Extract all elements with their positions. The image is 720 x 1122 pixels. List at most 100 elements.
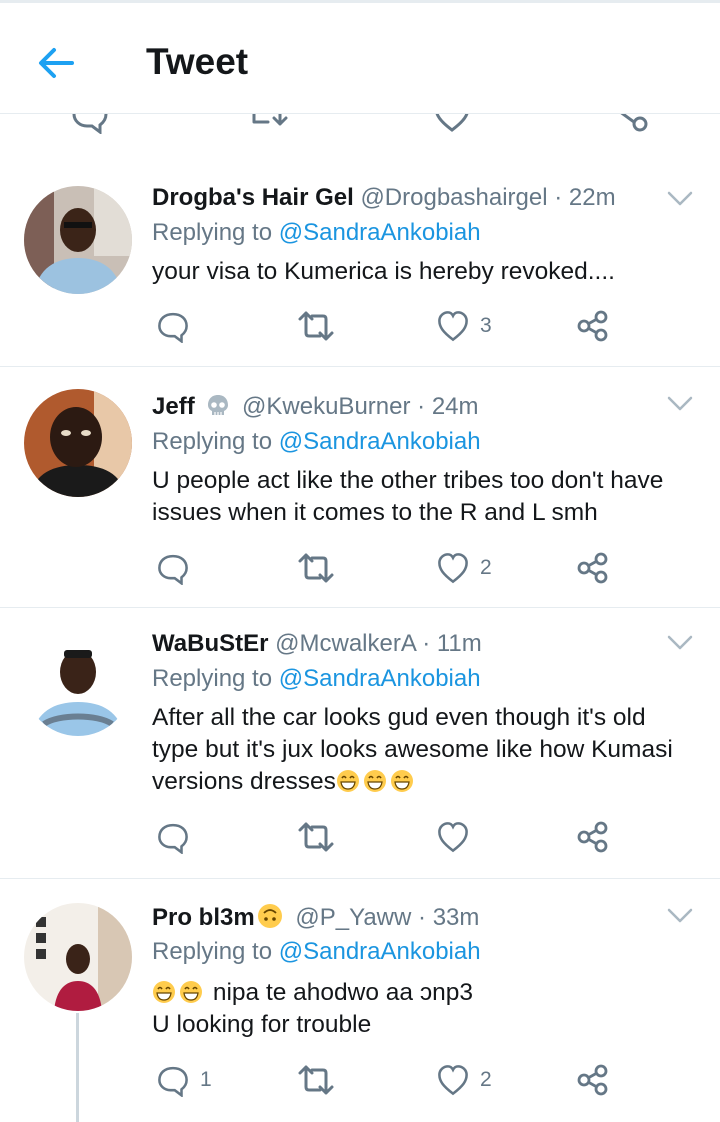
grinning-emoji bbox=[390, 770, 413, 792]
reply-button[interactable] bbox=[156, 548, 200, 588]
like-button[interactable] bbox=[436, 817, 480, 857]
share-button[interactable] bbox=[576, 817, 610, 857]
replying-to: Replying to @SandraAnkobiah bbox=[152, 219, 481, 247]
grinning-emoji bbox=[336, 770, 359, 792]
like-button[interactable]: 2 bbox=[436, 548, 492, 588]
author-handle: @Drogbashairgel bbox=[360, 184, 548, 211]
tweet-text: U people act like the other tribes too d… bbox=[152, 465, 700, 529]
reply-icon bbox=[158, 312, 188, 343]
skull-emoji bbox=[208, 395, 229, 415]
tweet-text: After all the car looks gud even though … bbox=[152, 702, 700, 798]
separator-dot: · bbox=[422, 630, 431, 657]
like-count: 2 bbox=[480, 556, 492, 579]
replying-label: Replying to bbox=[152, 219, 273, 246]
tweet-text-line: After all the car looks gud even though … bbox=[152, 704, 646, 731]
like-icon[interactable] bbox=[432, 113, 472, 134]
retweet-button[interactable] bbox=[296, 1060, 346, 1100]
retweet-icon bbox=[298, 311, 334, 341]
reply-icon[interactable] bbox=[70, 113, 110, 134]
share-icon bbox=[577, 552, 608, 584]
tweet-text: nipa te ahodwo aa ɔnp3 U looking for tro… bbox=[152, 977, 700, 1041]
retweet-button[interactable] bbox=[296, 306, 346, 346]
reply-icon bbox=[158, 554, 188, 585]
reply-button[interactable] bbox=[156, 306, 200, 346]
avatar[interactable] bbox=[24, 186, 132, 294]
tweet-reply[interactable]: WaBuStEr @McwalkerA · 11m Replying to @S… bbox=[0, 608, 720, 879]
tweet-text-line: U looking for trouble bbox=[152, 1011, 372, 1038]
replying-label: Replying to bbox=[152, 428, 273, 455]
author-name[interactable]: Pro bl3m bbox=[152, 904, 255, 931]
retweet-icon bbox=[298, 553, 334, 583]
reply-button[interactable]: 1 bbox=[156, 1060, 212, 1100]
tweet-text-line: issues when it comes to the R and L smh bbox=[152, 499, 598, 526]
reply-count: 1 bbox=[200, 1068, 212, 1091]
replying-label: Replying to bbox=[152, 938, 273, 965]
replying-handle[interactable]: @SandraAnkobiah bbox=[279, 219, 481, 246]
tweet-meta: Drogba's Hair Gel @Drogbashairgel · 22m bbox=[152, 184, 616, 212]
author-handle: @McwalkerA bbox=[275, 630, 416, 657]
reply-button[interactable] bbox=[156, 817, 200, 857]
tweet-meta: Pro bl3m @P_Yaww · 33m bbox=[152, 903, 479, 932]
replying-handle[interactable]: @SandraAnkobiah bbox=[279, 938, 481, 965]
tweet-meta: Jeff @KwekuBurner · 24m bbox=[152, 393, 479, 421]
tweet-time: 33m bbox=[432, 904, 480, 931]
main-tweet-actions bbox=[0, 113, 720, 165]
reply-icon bbox=[158, 823, 188, 854]
chevron-down-icon[interactable] bbox=[666, 395, 694, 413]
download-icon[interactable] bbox=[250, 113, 294, 132]
chevron-down-icon[interactable] bbox=[666, 634, 694, 652]
tweet-text-line: your visa to Kumerica is hereby revoked.… bbox=[152, 258, 615, 285]
author-name[interactable]: Jeff bbox=[152, 393, 195, 420]
author-name[interactable]: WaBuStEr bbox=[152, 630, 268, 657]
tweet-actions: 1 2 bbox=[152, 1060, 622, 1100]
author-handle: @KwekuBurner bbox=[242, 393, 411, 420]
share-button[interactable] bbox=[576, 548, 610, 588]
tweet-reply[interactable]: Jeff @KwekuBurner · 24m Replying to @San… bbox=[0, 367, 720, 608]
tweet-time: 22m bbox=[568, 184, 616, 211]
avatar[interactable] bbox=[24, 389, 132, 497]
like-button[interactable]: 2 bbox=[436, 1060, 492, 1100]
upside-down-emoji bbox=[257, 904, 282, 928]
tweet-actions bbox=[152, 817, 622, 857]
separator-dot: · bbox=[418, 904, 427, 931]
like-count: 3 bbox=[480, 314, 492, 337]
top-app-bar: Tweet bbox=[0, 3, 720, 113]
page-title: Tweet bbox=[146, 41, 249, 82]
replying-to: Replying to @SandraAnkobiah bbox=[152, 665, 481, 693]
tweet-actions: 2 bbox=[152, 548, 622, 588]
grinning-emoji bbox=[363, 770, 386, 792]
tweet-reply[interactable]: Drogba's Hair Gel @Drogbashairgel · 22m … bbox=[0, 164, 720, 367]
like-icon bbox=[438, 553, 468, 584]
like-icon bbox=[438, 311, 468, 342]
retweet-button[interactable] bbox=[296, 548, 346, 588]
share-button[interactable] bbox=[576, 1060, 610, 1100]
tweet-time: 11m bbox=[436, 630, 482, 657]
grinning-emoji bbox=[153, 981, 175, 1003]
share-icon[interactable] bbox=[608, 113, 652, 134]
tweet-text-line-with-emoji: versions dresses bbox=[152, 766, 700, 798]
back-button[interactable] bbox=[34, 43, 78, 83]
replying-handle[interactable]: @SandraAnkobiah bbox=[279, 665, 481, 692]
share-icon bbox=[577, 1064, 608, 1096]
replying-label: Replying to bbox=[152, 665, 273, 692]
chevron-down-icon[interactable] bbox=[666, 190, 694, 208]
replying-to: Replying to @SandraAnkobiah bbox=[152, 938, 481, 966]
tweet-meta: WaBuStEr @McwalkerA · 11m bbox=[152, 630, 482, 658]
author-name[interactable]: Drogba's Hair Gel bbox=[152, 184, 354, 211]
like-button[interactable]: 3 bbox=[436, 306, 492, 346]
reply-icon bbox=[158, 1066, 188, 1097]
avatar[interactable] bbox=[24, 903, 132, 1011]
tweet-time: 24m bbox=[431, 393, 479, 420]
replying-handle[interactable]: @SandraAnkobiah bbox=[279, 428, 481, 455]
tweet-actions: 3 bbox=[152, 306, 622, 346]
tweet-text-line: versions dresses bbox=[152, 768, 336, 795]
retweet-icon bbox=[298, 822, 334, 852]
retweet-button[interactable] bbox=[296, 817, 346, 857]
chevron-down-icon[interactable] bbox=[666, 907, 694, 925]
tweet-reply[interactable]: Pro bl3m @P_Yaww · 33m Replying to @Sand… bbox=[0, 879, 720, 1122]
like-count: 2 bbox=[480, 1068, 492, 1091]
share-button[interactable] bbox=[576, 306, 610, 346]
thread-line bbox=[76, 1013, 79, 1122]
author-handle: @P_Yaww bbox=[295, 904, 412, 931]
avatar[interactable] bbox=[24, 628, 132, 736]
